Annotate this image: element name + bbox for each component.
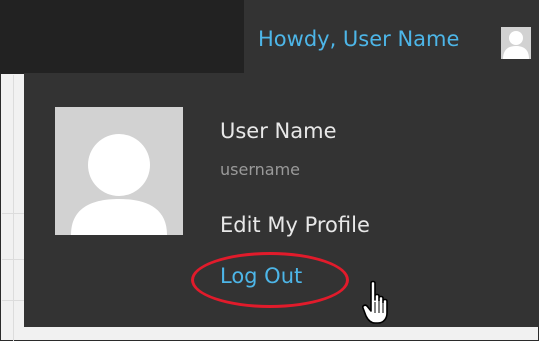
- login-username: username: [220, 160, 300, 179]
- background-table-line: [13, 75, 14, 341]
- user-avatar-icon[interactable]: [55, 107, 183, 235]
- hand-pointer-icon: [362, 280, 388, 324]
- edit-profile-link[interactable]: Edit My Profile: [220, 213, 370, 237]
- highlight-ellipse: [191, 252, 349, 308]
- display-name[interactable]: User Name: [220, 119, 337, 143]
- howdy-greeting[interactable]: Howdy, User Name: [258, 27, 459, 51]
- user-avatar-icon[interactable]: [501, 27, 531, 59]
